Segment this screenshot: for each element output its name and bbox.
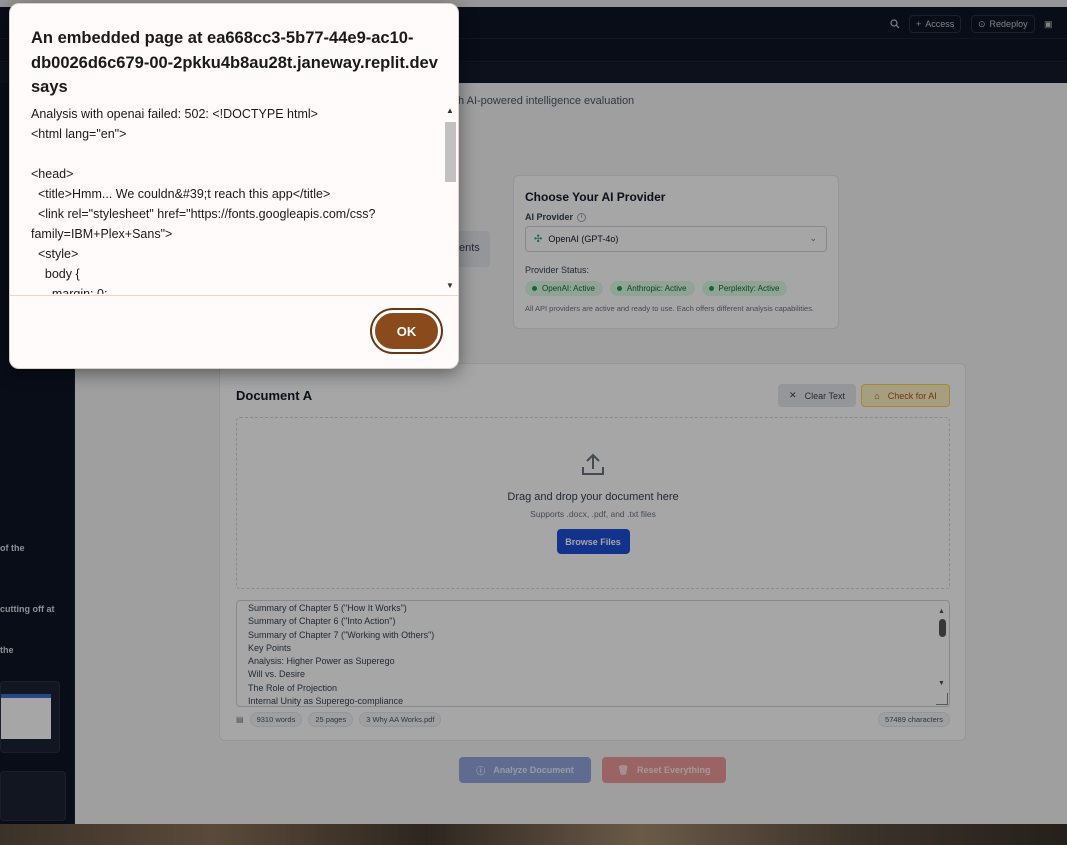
provider-card: Choose Your AI Provider AI Provider i ✣ … — [513, 175, 839, 329]
status-badge: Anthropic: Active — [609, 281, 695, 296]
resize-handle[interactable] — [936, 693, 948, 705]
dialog-divider — [10, 295, 458, 296]
scroll-up-icon[interactable]: ▲ — [446, 106, 454, 115]
sidebar-snippet: the — [0, 645, 14, 655]
screenshot-thumbnail[interactable] — [0, 681, 60, 753]
text-line: The Role of Projection — [248, 682, 338, 693]
info-icon: ⓘ — [476, 765, 486, 776]
reset-everything-button[interactable]: 🗑 Reset Everything — [602, 757, 726, 783]
provider-selected: OpenAI (GPT-4o) — [548, 234, 619, 244]
check-ai-button[interactable]: ⌂ Check for AI — [861, 384, 950, 407]
clear-text-button[interactable]: ✕ Clear Text — [778, 384, 856, 407]
document-card: Document A ✕ Clear Text ⌂ Check for AI D… — [219, 363, 966, 741]
provider-label-text: AI Provider — [525, 212, 574, 222]
document-title: Document A — [236, 388, 313, 403]
search-icon[interactable] — [884, 15, 906, 33]
redeploy-button[interactable]: ⊙ Redeploy — [971, 15, 1035, 33]
dialog-message: Analysis with openai failed: 502: <!DOCT… — [31, 104, 445, 294]
character-count: 57489 characters — [878, 712, 950, 727]
dialog-scrollbar[interactable]: ▲ ▼ — [444, 105, 457, 295]
text-line: Will vs. Desire — [248, 669, 306, 680]
text-line: Summary of Chapter 7 ("Working with Othe… — [248, 629, 435, 640]
redeploy-label: Redeploy — [989, 19, 1028, 29]
reset-label: Reset Everything — [636, 765, 711, 775]
provider-heading: Choose Your AI Provider — [525, 190, 666, 204]
word-count: 9310 words — [249, 712, 303, 727]
dialog-message-text: Analysis with openai failed: 502: <!DOCT… — [31, 107, 376, 294]
text-line: Key Points — [248, 642, 292, 653]
document-meta: ▤ 9310 words 25 pages 3 Why AA Works.pdf… — [236, 712, 950, 727]
deploy-icon: ⊙ — [978, 18, 986, 29]
status-row: OpenAI: Active Anthropic: Active Perplex… — [525, 281, 827, 296]
provider-note: All API providers are active and ready t… — [525, 304, 815, 313]
file-name: 3 Why AA Works.pdf — [359, 712, 442, 727]
scroll-thumb[interactable] — [445, 122, 456, 182]
chat-input[interactable] — [0, 771, 66, 821]
status-badge: Perplexity: Active — [701, 281, 788, 296]
access-button[interactable]: + Access — [909, 15, 962, 33]
provider-select[interactable]: ✣ OpenAI (GPT-4o) ⌄ — [525, 226, 827, 252]
check-ai-label: Check for AI — [887, 390, 937, 401]
text-line: Summary of Chapter 6 ("Into Action") — [248, 616, 396, 627]
browse-files-button[interactable]: Browse Files — [556, 529, 630, 554]
alert-dialog: An embedded page at ea668cc3-5b77-44e9-a… — [9, 3, 459, 369]
ok-button[interactable]: OK — [372, 310, 441, 352]
analyze-label: Analyze Document — [493, 765, 574, 775]
text-line: Summary of Chapter 5 ("How It Works") — [248, 603, 407, 613]
chevron-down-icon: ⌄ — [809, 233, 817, 243]
close-icon: ✕ — [789, 390, 797, 400]
access-label: Access — [925, 19, 955, 29]
robot-icon: ⌂ — [874, 390, 880, 401]
document-textarea[interactable]: Summary of Chapter 5 ("How It Works") Su… — [236, 600, 950, 707]
upload-icon — [582, 453, 604, 475]
text-line: Internal Unity as Superego-compliance — [248, 696, 404, 707]
trash-icon: 🗑 — [617, 764, 629, 775]
desktop-background — [0, 824, 1067, 845]
dropzone-subtitle: Supports .docx, .pdf, and .txt files — [530, 509, 656, 519]
add-user-icon: + — [916, 19, 922, 29]
info-icon[interactable]: i — [577, 212, 587, 222]
dialog-title: An embedded page at ea668cc3-5b77-44e9-a… — [31, 29, 438, 96]
status-badge: OpenAI: Active — [525, 281, 603, 296]
sidebar-snippet: of the — [0, 543, 25, 553]
page-subtitle: th AI-powered intelligence evaluation — [455, 95, 635, 107]
dropzone[interactable]: Drag and drop your document here Support… — [236, 417, 950, 589]
openai-icon: ✣ — [534, 233, 543, 245]
window-icon[interactable]: ▣ — [1038, 15, 1059, 33]
clear-text-label: Clear Text — [804, 390, 845, 401]
provider-status-label: Provider Status: — [525, 265, 590, 275]
provider-label: AI Provider i — [525, 212, 827, 222]
file-icon: ▤ — [236, 715, 244, 724]
dropzone-title: Drag and drop your document here — [507, 491, 679, 503]
textarea-scrollbar[interactable]: ▲ ▼ — [938, 605, 946, 691]
sidebar-snippet: cutting off at — [0, 604, 55, 614]
scroll-down-icon[interactable]: ▼ — [446, 281, 454, 290]
text-line: Analysis: Higher Power as Superego — [248, 656, 395, 667]
page-count: 25 pages — [308, 712, 354, 727]
analyze-document-button[interactable]: ⓘ Analyze Document — [459, 757, 591, 783]
